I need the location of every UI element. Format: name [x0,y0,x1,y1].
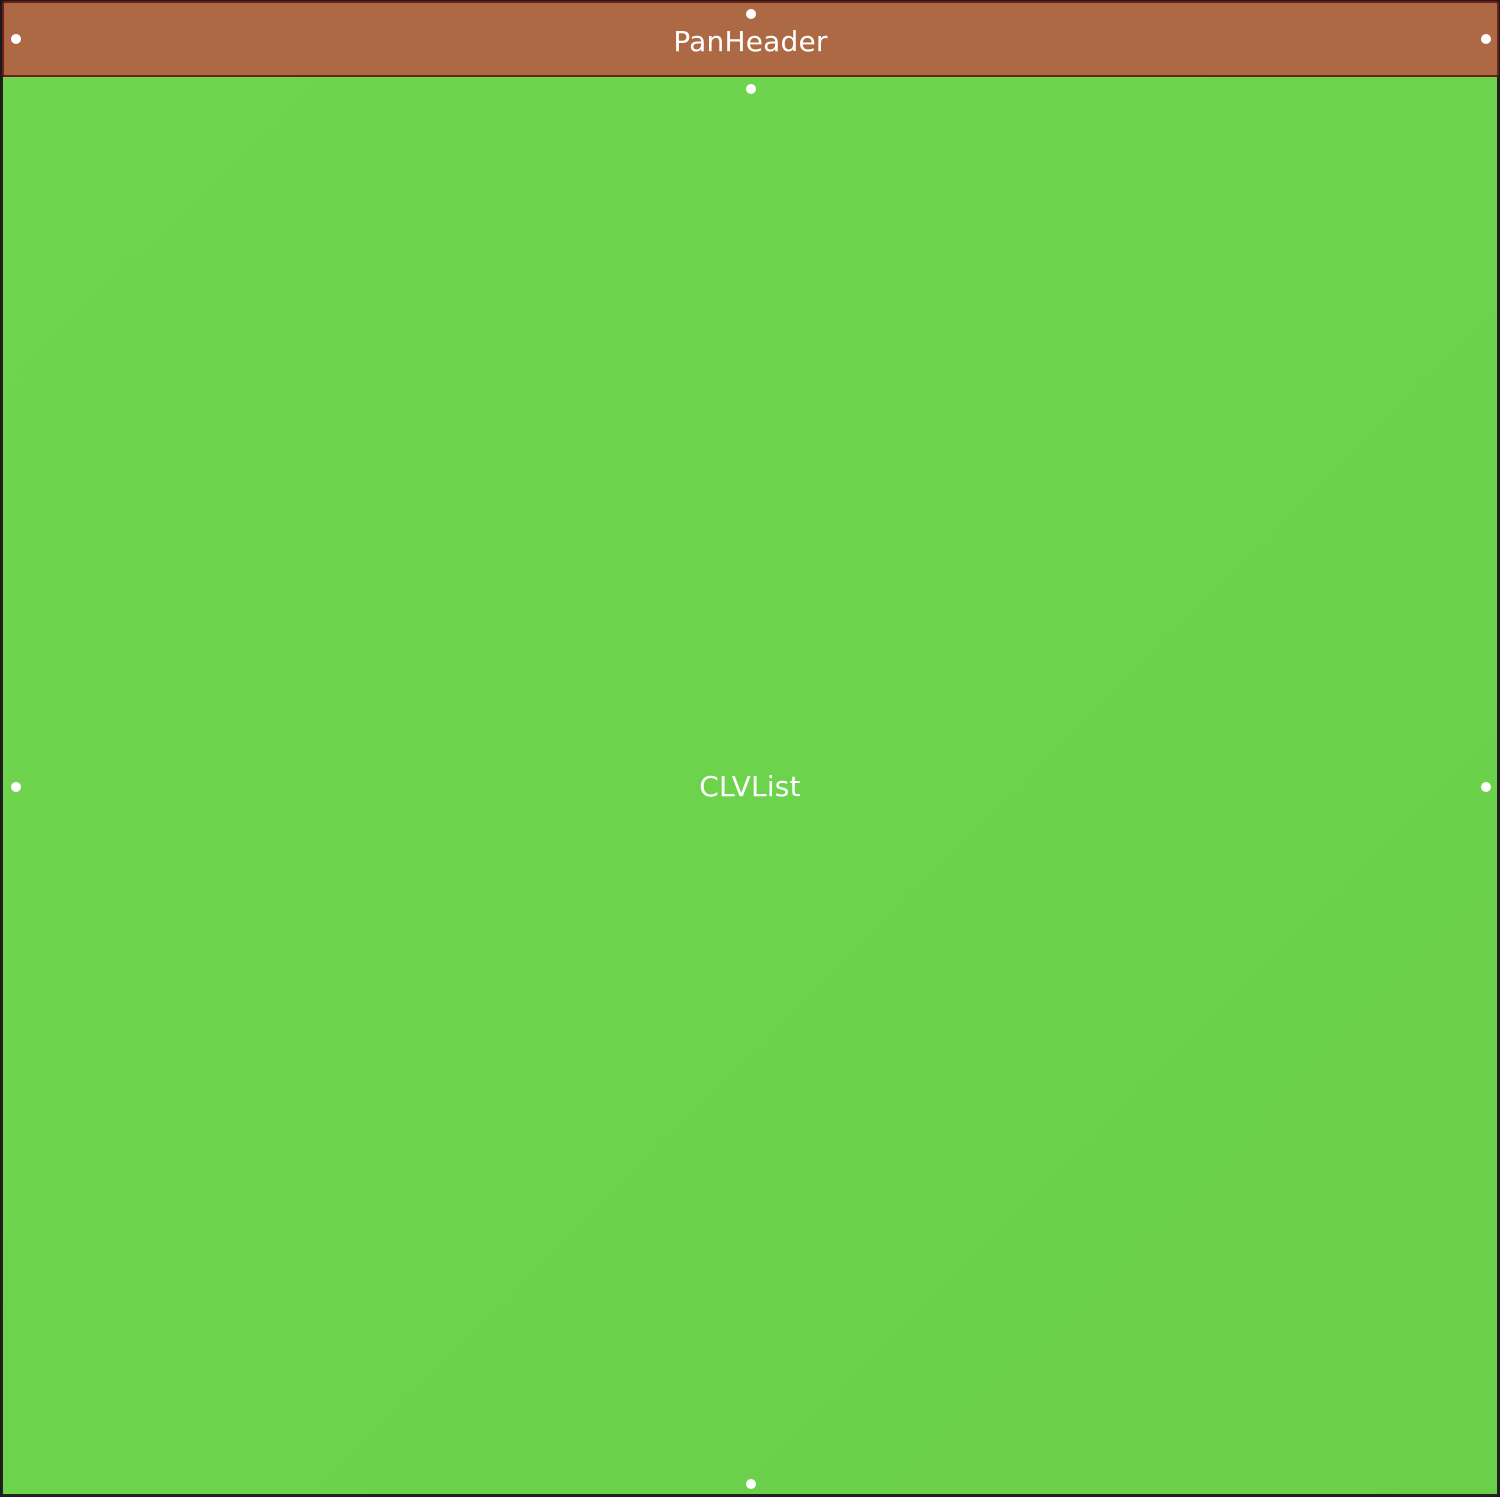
designer-canvas: PanHeader CLVList [0,0,1500,1497]
clv-list-view[interactable]: CLVList [1,77,1499,1496]
pan-header-label: PanHeader [673,24,828,58]
clv-list-right-handle[interactable] [1481,782,1491,792]
clv-list-bottom-handle[interactable] [746,1479,756,1489]
clv-list-top-handle[interactable] [746,84,756,94]
pan-header-right-handle[interactable] [1481,34,1491,44]
pan-header-top-handle[interactable] [746,9,756,19]
clv-list-left-handle[interactable] [11,782,21,792]
clv-list-label: CLVList [699,770,801,803]
pan-header-left-handle[interactable] [11,34,21,44]
